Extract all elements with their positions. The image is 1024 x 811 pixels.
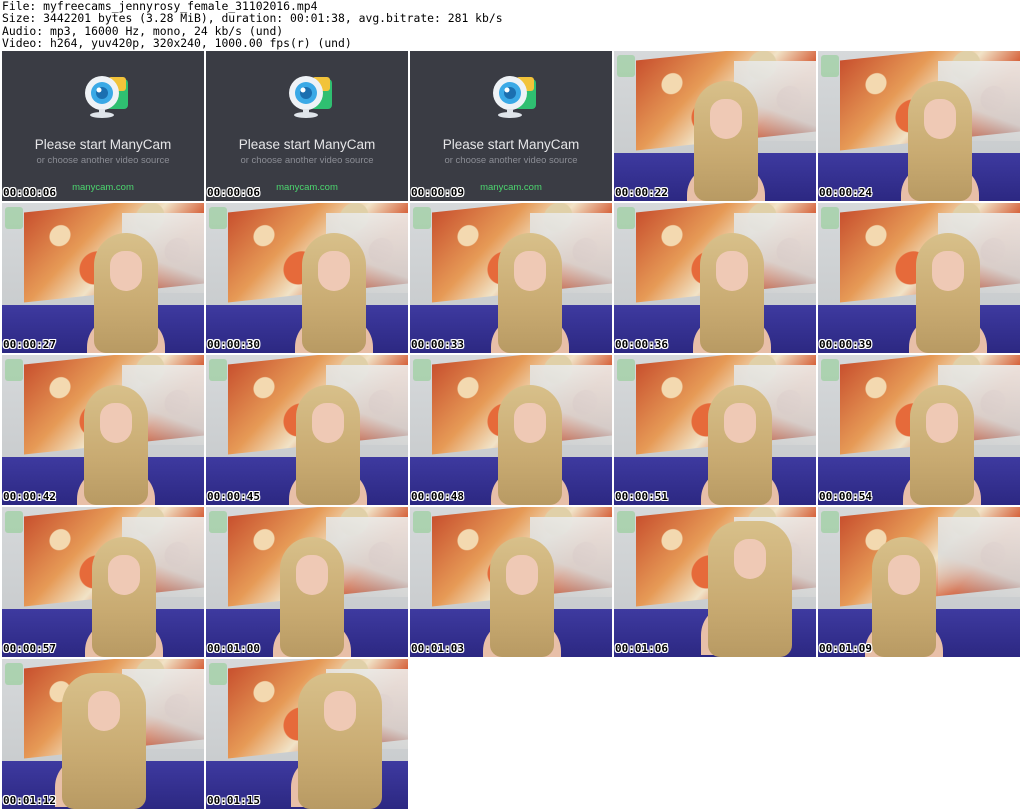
person-face	[318, 251, 350, 291]
timestamp-label: 00:00:51	[615, 490, 668, 503]
person-face	[716, 251, 748, 291]
timestamp-label: 00:01:09	[819, 642, 872, 655]
watermark-logo	[413, 511, 431, 533]
size-line: Size: 3442201 bytes (3.28 MiB), duration…	[2, 11, 503, 26]
person-face	[710, 99, 742, 139]
watermark-logo	[617, 511, 635, 533]
placeholder-title: Please start ManyCam	[442, 137, 580, 152]
timestamp-label: 00:00:54	[819, 490, 872, 503]
watermark-logo	[5, 207, 23, 229]
person-face	[324, 691, 356, 731]
person-face	[514, 403, 546, 443]
timestamp-label: 00:01:12	[3, 794, 56, 807]
timestamp-label: 00:00:09	[411, 186, 464, 199]
placeholder-title: Please start ManyCam	[34, 137, 172, 152]
thumbnail-frame: 00:00:22	[614, 51, 816, 201]
timestamp-label: 00:00:27	[3, 338, 56, 351]
person-face	[926, 403, 958, 443]
wall-cloth	[938, 517, 1020, 597]
timestamp-label: 00:00:36	[615, 338, 668, 351]
thumbnail-frame: 00:01:03	[410, 507, 612, 657]
thumbnail-frame: 00:00:33	[410, 203, 612, 353]
thumbnail-frame: 00:00:48	[410, 355, 612, 505]
placeholder-title: Please start ManyCam	[238, 137, 376, 152]
thumbnail-frame: 00:00:51	[614, 355, 816, 505]
thumbnail-frame: 00:01:12	[2, 659, 204, 809]
thumbnail-placeholder: Please start ManyCam or choose another vi…	[2, 51, 204, 201]
timestamp-label: 00:01:15	[207, 794, 260, 807]
timestamp-label: 00:00:39	[819, 338, 872, 351]
person-face	[734, 539, 766, 579]
person-face	[514, 251, 546, 291]
thumbnail-frame: 00:00:30	[206, 203, 408, 353]
person-face	[312, 403, 344, 443]
watermark-logo	[209, 511, 227, 533]
watermark-logo	[209, 663, 227, 685]
thumbnail-frame: 00:00:45	[206, 355, 408, 505]
person-face	[724, 403, 756, 443]
thumbnail-grid: Please start ManyCam or choose another vi…	[2, 51, 1022, 811]
webcam-icon	[493, 76, 536, 118]
thumbnail-frame: 00:01:00	[206, 507, 408, 657]
timestamp-label: 00:00:42	[3, 490, 56, 503]
thumbnail-frame: 00:00:42	[2, 355, 204, 505]
watermark-logo	[617, 207, 635, 229]
watermark-logo	[821, 359, 839, 381]
person-face	[888, 555, 920, 595]
watermark-logo	[5, 663, 23, 685]
video-line: Video: h264, yuv420p, 320x240, 1000.00 f…	[2, 35, 352, 50]
thumbnail-placeholder: Please start ManyCam or choose another vi…	[410, 51, 612, 201]
timestamp-label: 00:01:06	[615, 642, 668, 655]
timestamp-label: 00:00:48	[411, 490, 464, 503]
person-face	[932, 251, 964, 291]
placeholder-subtitle: or choose another video source	[444, 155, 578, 166]
thumbnail-placeholder: Please start ManyCam or choose another vi…	[206, 51, 408, 201]
thumbnail-frame: 00:01:06	[614, 507, 816, 657]
person-face	[506, 555, 538, 595]
thumbnail-frame: 00:00:39	[818, 203, 1020, 353]
webcam-icon	[85, 76, 128, 118]
thumbnail-frame: 00:00:57	[2, 507, 204, 657]
watermark-logo	[821, 207, 839, 229]
thumbnail-frame: 00:00:27	[2, 203, 204, 353]
thumbnail-frame: 00:00:36	[614, 203, 816, 353]
placeholder-subtitle: or choose another video source	[240, 155, 374, 166]
timestamp-label: 00:00:57	[3, 642, 56, 655]
timestamp-label: 00:00:22	[615, 186, 668, 199]
timestamp-label: 00:00:06	[207, 186, 260, 199]
watermark-logo	[5, 511, 23, 533]
person-face	[110, 251, 142, 291]
watermark-logo	[413, 207, 431, 229]
timestamp-label: 00:00:30	[207, 338, 260, 351]
thumbnail-frame: 00:00:54	[818, 355, 1020, 505]
timestamp-label: 00:00:45	[207, 490, 260, 503]
thumbnail-frame: 00:00:24	[818, 51, 1020, 201]
watermark-logo	[413, 359, 431, 381]
person-face	[108, 555, 140, 595]
thumbnail-frame: 00:01:09	[818, 507, 1020, 657]
watermark-logo	[209, 359, 227, 381]
person-face	[88, 691, 120, 731]
person-face	[100, 403, 132, 443]
webcam-icon	[289, 76, 332, 118]
watermark-logo	[617, 55, 635, 77]
thumbnail-frame: 00:01:15	[206, 659, 408, 809]
timestamp-label: 00:00:33	[411, 338, 464, 351]
file-info-header: File: myfreecams_jennyrosy_female_311020…	[2, 0, 1020, 49]
person-face	[296, 555, 328, 595]
timestamp-label: 00:01:00	[207, 642, 260, 655]
watermark-logo	[821, 511, 839, 533]
person-face	[924, 99, 956, 139]
timestamp-label: 00:00:06	[3, 186, 56, 199]
timestamp-label: 00:01:03	[411, 642, 464, 655]
placeholder-subtitle: or choose another video source	[36, 155, 170, 166]
watermark-logo	[209, 207, 227, 229]
timestamp-label: 00:00:24	[819, 186, 872, 199]
watermark-logo	[617, 359, 635, 381]
watermark-logo	[821, 55, 839, 77]
watermark-logo	[5, 359, 23, 381]
